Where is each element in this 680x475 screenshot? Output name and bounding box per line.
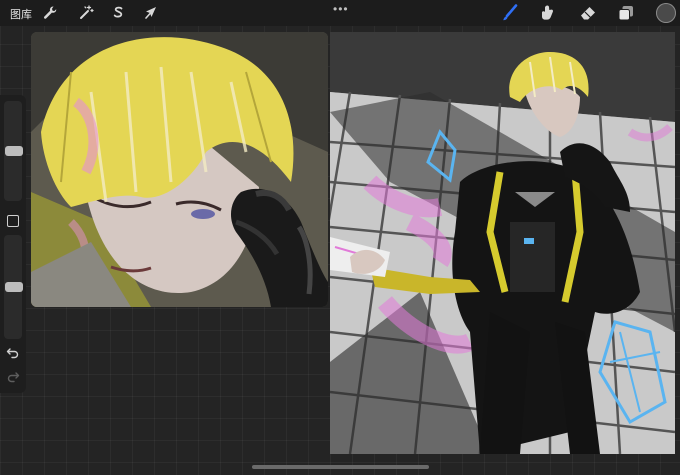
redo-icon[interactable] xyxy=(5,369,21,385)
smudge-finger-icon[interactable] xyxy=(537,3,557,23)
canvas-menu-dots[interactable]: ••• xyxy=(333,2,349,16)
top-toolbar: 图库 ••• xyxy=(0,0,680,26)
layers-icon[interactable] xyxy=(616,3,636,23)
brush-size-thumb[interactable] xyxy=(5,146,23,156)
wrench-icon[interactable] xyxy=(40,3,60,23)
brush-size-slider[interactable] xyxy=(4,101,23,201)
arrow-cursor-icon[interactable] xyxy=(141,3,161,23)
gallery-button[interactable]: 图库 xyxy=(10,6,32,22)
home-indicator xyxy=(252,465,429,469)
color-swatch-button[interactable] xyxy=(656,3,676,23)
left-sidebar xyxy=(0,95,26,393)
brush-icon[interactable] xyxy=(500,3,520,23)
modify-button[interactable] xyxy=(7,215,19,227)
undo-icon[interactable] xyxy=(5,345,21,361)
eraser-icon[interactable] xyxy=(578,3,598,23)
opacity-slider[interactable] xyxy=(4,235,23,339)
magic-wand-icon[interactable] xyxy=(76,3,96,23)
portrait-artwork[interactable] xyxy=(31,32,328,307)
selection-s-icon[interactable] xyxy=(108,3,128,23)
full-figure-artwork[interactable] xyxy=(330,32,675,454)
opacity-thumb[interactable] xyxy=(5,282,23,292)
